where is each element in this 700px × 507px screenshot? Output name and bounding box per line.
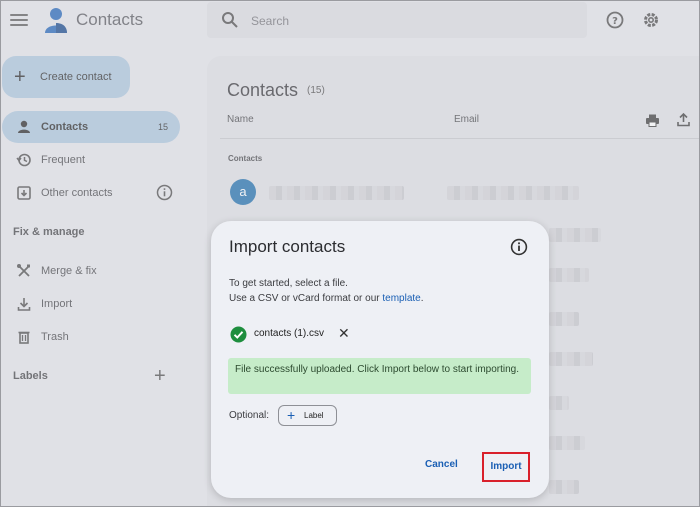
cancel-button[interactable]: Cancel (425, 459, 458, 470)
uploaded-file-name: contacts (1).csv (254, 328, 325, 339)
dialog-title: Import contacts (229, 237, 346, 256)
upload-success-message: File successfully uploaded. Click Import… (228, 358, 531, 394)
instructions-text: To get started, select a file. (229, 278, 348, 289)
template-link[interactable]: template (382, 293, 420, 304)
check-circle-icon (230, 326, 247, 343)
optional-label: Optional: (229, 410, 270, 421)
import-contacts-dialog: Import contacts To get started, select a… (211, 221, 549, 498)
import-button[interactable]: Import (482, 452, 530, 482)
format-text: Use a CSV or vCard format or our templat… (229, 293, 424, 304)
add-label-button[interactable]: + Label (278, 405, 337, 426)
info-icon[interactable] (510, 238, 528, 256)
close-icon[interactable]: ✕ (338, 326, 350, 340)
plus-icon: + (287, 407, 296, 423)
